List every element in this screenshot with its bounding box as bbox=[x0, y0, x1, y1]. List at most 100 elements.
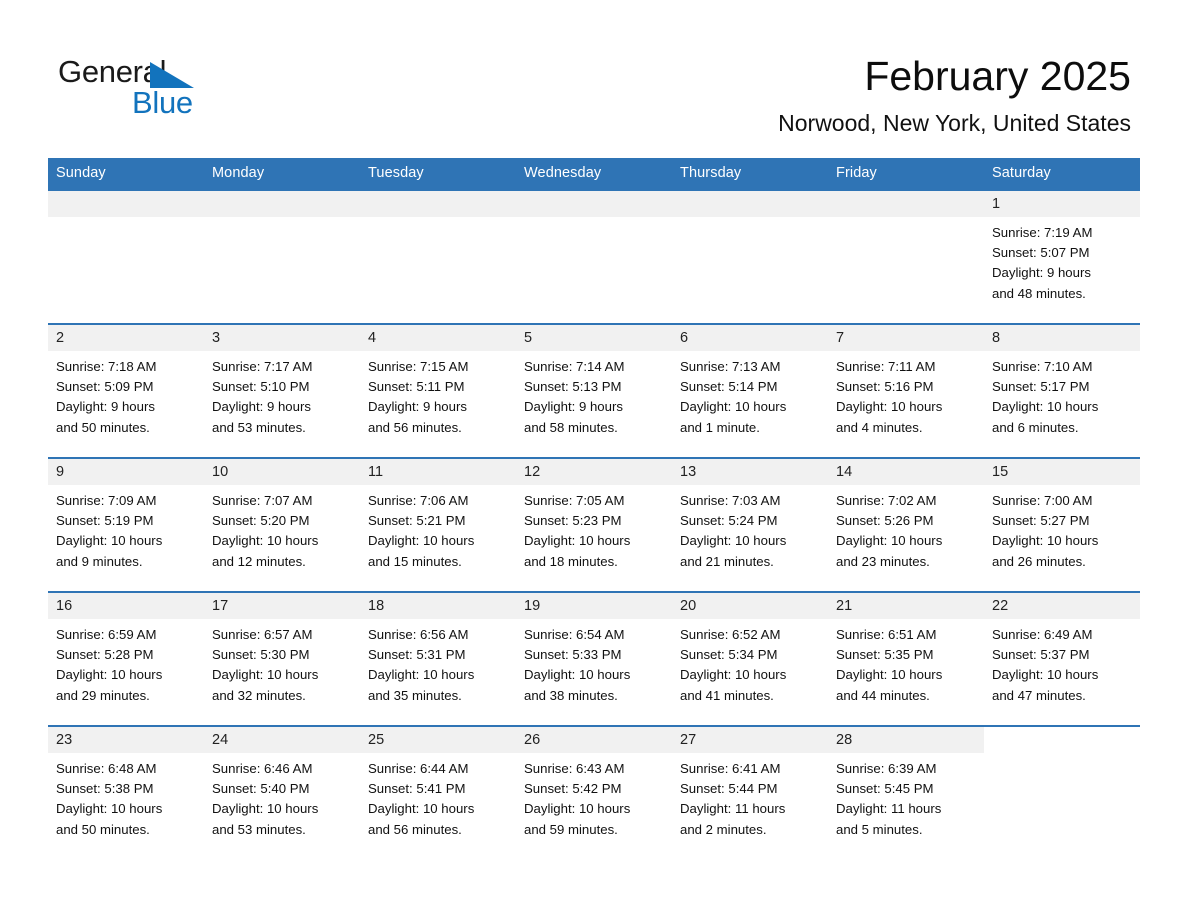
sunrise-text: Sunrise: 7:00 AM bbox=[992, 493, 1093, 508]
sunrise-text: Sunrise: 7:07 AM bbox=[212, 493, 313, 508]
sunset-text: Sunset: 5:28 PM bbox=[56, 647, 154, 663]
day-cell-inner: 17 Sunrise: 6:57 AM Sunset: 5:30 PM Dayligh… bbox=[204, 593, 360, 725]
daylight-text-line2: and 15 minutes. bbox=[368, 553, 462, 569]
sunset-text: Sunset: 5:16 PM bbox=[836, 379, 934, 395]
daylight-text-line1: Daylight: 11 hours bbox=[836, 801, 942, 817]
day-cell-inner bbox=[672, 191, 828, 323]
sunset-text: Sunset: 5:31 PM bbox=[368, 647, 466, 663]
calendar-day-cell[interactable]: 15 Sunrise: 7:00 AM Sunset: 5:27 PM Dayligh… bbox=[984, 457, 1140, 592]
general-blue-logo: General Blue bbox=[58, 55, 258, 125]
daylight-text-line2: and 23 minutes. bbox=[836, 553, 930, 569]
day-details: Sunrise: 7:19 AM Sunset: 5:07 PM Daylight:… bbox=[984, 217, 1140, 304]
calendar-day-cell[interactable]: 16 Sunrise: 6:59 AM Sunset: 5:28 PM Dayligh… bbox=[48, 591, 204, 726]
daylight-text-line2: and 32 minutes. bbox=[212, 687, 306, 703]
calendar-day-cell[interactable]: 9 Sunrise: 7:09 AM Sunset: 5:19 PM Daylight… bbox=[48, 457, 204, 592]
sunrise-text: Sunrise: 7:15 AM bbox=[368, 359, 469, 374]
weekday-header-sunday: Sunday bbox=[48, 158, 204, 190]
calendar-day-cell[interactable]: 6 Sunrise: 7:13 AM Sunset: 5:14 PM Daylight… bbox=[672, 323, 828, 458]
calendar-day-cell[interactable]: 24 Sunrise: 6:46 AM Sunset: 5:40 PM Dayligh… bbox=[204, 725, 360, 860]
daylight-text-line1: Daylight: 10 hours bbox=[212, 533, 319, 549]
day-number: 20 bbox=[672, 593, 828, 619]
sunrise-text: Sunrise: 7:17 AM bbox=[212, 359, 313, 374]
day-number: 6 bbox=[672, 325, 828, 351]
day-cell-inner: 9 Sunrise: 7:09 AM Sunset: 5:19 PM Daylight… bbox=[48, 459, 204, 591]
calendar-week-row: 9 Sunrise: 7:09 AM Sunset: 5:19 PM Daylight… bbox=[48, 457, 1140, 592]
calendar-day-cell[interactable]: 1 Sunrise: 7:19 AM Sunset: 5:07 PM Daylight… bbox=[984, 189, 1140, 324]
day-number: 24 bbox=[204, 727, 360, 753]
sunset-text: Sunset: 5:35 PM bbox=[836, 647, 934, 663]
daylight-text-line1: Daylight: 9 hours bbox=[992, 265, 1091, 281]
day-details: Sunrise: 7:07 AM Sunset: 5:20 PM Daylight:… bbox=[204, 485, 360, 572]
calendar-day-cell[interactable]: 2 Sunrise: 7:18 AM Sunset: 5:09 PM Daylight… bbox=[48, 323, 204, 458]
day-details: Sunrise: 7:00 AM Sunset: 5:27 PM Daylight:… bbox=[984, 485, 1140, 572]
calendar-day-cell[interactable]: 22 Sunrise: 6:49 AM Sunset: 5:37 PM Dayligh… bbox=[984, 591, 1140, 726]
calendar-day-cell[interactable]: 10 Sunrise: 7:07 AM Sunset: 5:20 PM Dayligh… bbox=[204, 457, 360, 592]
day-details: Sunrise: 7:02 AM Sunset: 5:26 PM Daylight:… bbox=[828, 485, 984, 572]
calendar-day-cell[interactable]: 25 Sunrise: 6:44 AM Sunset: 5:41 PM Dayligh… bbox=[360, 725, 516, 860]
sunrise-text: Sunrise: 6:52 AM bbox=[680, 627, 781, 642]
location-subtitle: Norwood, New York, United States bbox=[778, 110, 1131, 136]
sunset-text: Sunset: 5:38 PM bbox=[56, 781, 154, 797]
calendar-body: 1 Sunrise: 7:19 AM Sunset: 5:07 PM Daylight… bbox=[48, 189, 1140, 860]
day-cell-inner: 25 Sunrise: 6:44 AM Sunset: 5:41 PM Dayligh… bbox=[360, 727, 516, 860]
calendar-day-cell[interactable]: 20 Sunrise: 6:52 AM Sunset: 5:34 PM Dayligh… bbox=[672, 591, 828, 726]
day-number: 8 bbox=[984, 325, 1140, 351]
daylight-text-line1: Daylight: 10 hours bbox=[212, 667, 319, 683]
calendar-day-cell[interactable]: 14 Sunrise: 7:02 AM Sunset: 5:26 PM Dayligh… bbox=[828, 457, 984, 592]
day-cell-inner: 14 Sunrise: 7:02 AM Sunset: 5:26 PM Dayligh… bbox=[828, 459, 984, 591]
sunrise-text: Sunrise: 7:03 AM bbox=[680, 493, 781, 508]
day-cell-inner: 21 Sunrise: 6:51 AM Sunset: 5:35 PM Dayligh… bbox=[828, 593, 984, 725]
daylight-text-line1: Daylight: 9 hours bbox=[524, 399, 623, 415]
calendar-day-cell[interactable]: 19 Sunrise: 6:54 AM Sunset: 5:33 PM Dayligh… bbox=[516, 591, 672, 726]
day-cell-inner: 18 Sunrise: 6:56 AM Sunset: 5:31 PM Dayligh… bbox=[360, 593, 516, 725]
daylight-text-line1: Daylight: 9 hours bbox=[56, 399, 155, 415]
calendar-day-cell[interactable]: 3 Sunrise: 7:17 AM Sunset: 5:10 PM Daylight… bbox=[204, 323, 360, 458]
daylight-text-line1: Daylight: 10 hours bbox=[992, 667, 1099, 683]
sunrise-text: Sunrise: 6:48 AM bbox=[56, 761, 157, 776]
sunrise-text: Sunrise: 6:41 AM bbox=[680, 761, 781, 776]
day-cell-inner: 6 Sunrise: 7:13 AM Sunset: 5:14 PM Daylight… bbox=[672, 325, 828, 457]
calendar-day-cell[interactable]: 17 Sunrise: 6:57 AM Sunset: 5:30 PM Dayligh… bbox=[204, 591, 360, 726]
daylight-text-line1: Daylight: 9 hours bbox=[368, 399, 467, 415]
calendar-day-cell[interactable]: 11 Sunrise: 7:06 AM Sunset: 5:21 PM Dayligh… bbox=[360, 457, 516, 592]
calendar-day-cell[interactable]: 26 Sunrise: 6:43 AM Sunset: 5:42 PM Dayligh… bbox=[516, 725, 672, 860]
daylight-text-line1: Daylight: 10 hours bbox=[524, 801, 631, 817]
calendar-day-cell[interactable]: 21 Sunrise: 6:51 AM Sunset: 5:35 PM Dayligh… bbox=[828, 591, 984, 726]
sunset-text: Sunset: 5:33 PM bbox=[524, 647, 622, 663]
calendar-header-row: Sunday Monday Tuesday Wednesday Thursday… bbox=[48, 158, 1140, 190]
calendar-day-cell[interactable]: 8 Sunrise: 7:10 AM Sunset: 5:17 PM Daylight… bbox=[984, 323, 1140, 458]
calendar-day-cell[interactable]: 7 Sunrise: 7:11 AM Sunset: 5:16 PM Daylight… bbox=[828, 323, 984, 458]
calendar-day-cell-empty bbox=[672, 189, 828, 324]
day-number bbox=[516, 191, 672, 217]
sunrise-text: Sunrise: 7:02 AM bbox=[836, 493, 937, 508]
day-details: Sunrise: 6:57 AM Sunset: 5:30 PM Daylight:… bbox=[204, 619, 360, 706]
calendar-day-cell[interactable]: 5 Sunrise: 7:14 AM Sunset: 5:13 PM Daylight… bbox=[516, 323, 672, 458]
calendar-day-cell[interactable]: 23 Sunrise: 6:48 AM Sunset: 5:38 PM Dayligh… bbox=[48, 725, 204, 860]
daylight-text-line1: Daylight: 10 hours bbox=[368, 667, 475, 683]
calendar-day-cell[interactable]: 4 Sunrise: 7:15 AM Sunset: 5:11 PM Daylight… bbox=[360, 323, 516, 458]
sunrise-sunset-calendar: Sunday Monday Tuesday Wednesday Thursday… bbox=[48, 158, 1140, 860]
sunset-text: Sunset: 5:30 PM bbox=[212, 647, 310, 663]
sunrise-text: Sunrise: 6:51 AM bbox=[836, 627, 937, 642]
day-number: 23 bbox=[48, 727, 204, 753]
calendar-day-cell[interactable]: 12 Sunrise: 7:05 AM Sunset: 5:23 PM Dayligh… bbox=[516, 457, 672, 592]
sunrise-text: Sunrise: 6:43 AM bbox=[524, 761, 625, 776]
day-number: 16 bbox=[48, 593, 204, 619]
daylight-text-line1: Daylight: 10 hours bbox=[368, 533, 475, 549]
daylight-text-line2: and 9 minutes. bbox=[56, 553, 143, 569]
sunrise-text: Sunrise: 6:56 AM bbox=[368, 627, 469, 642]
calendar-day-cell[interactable]: 27 Sunrise: 6:41 AM Sunset: 5:44 PM Dayligh… bbox=[672, 725, 828, 860]
day-number: 22 bbox=[984, 593, 1140, 619]
calendar-day-cell-empty bbox=[828, 189, 984, 324]
day-number: 15 bbox=[984, 459, 1140, 485]
daylight-text-line1: Daylight: 10 hours bbox=[524, 533, 631, 549]
daylight-text-line2: and 44 minutes. bbox=[836, 687, 930, 703]
calendar-day-cell[interactable]: 18 Sunrise: 6:56 AM Sunset: 5:31 PM Dayligh… bbox=[360, 591, 516, 726]
day-cell-inner: 20 Sunrise: 6:52 AM Sunset: 5:34 PM Dayligh… bbox=[672, 593, 828, 725]
daylight-text-line2: and 6 minutes. bbox=[992, 419, 1079, 435]
calendar-day-cell[interactable]: 13 Sunrise: 7:03 AM Sunset: 5:24 PM Dayligh… bbox=[672, 457, 828, 592]
sunset-text: Sunset: 5:19 PM bbox=[56, 513, 154, 529]
day-cell-inner bbox=[516, 191, 672, 323]
calendar-day-cell[interactable]: 28 Sunrise: 6:39 AM Sunset: 5:45 PM Dayligh… bbox=[828, 725, 984, 860]
day-cell-inner: 1 Sunrise: 7:19 AM Sunset: 5:07 PM Daylight… bbox=[984, 191, 1140, 323]
